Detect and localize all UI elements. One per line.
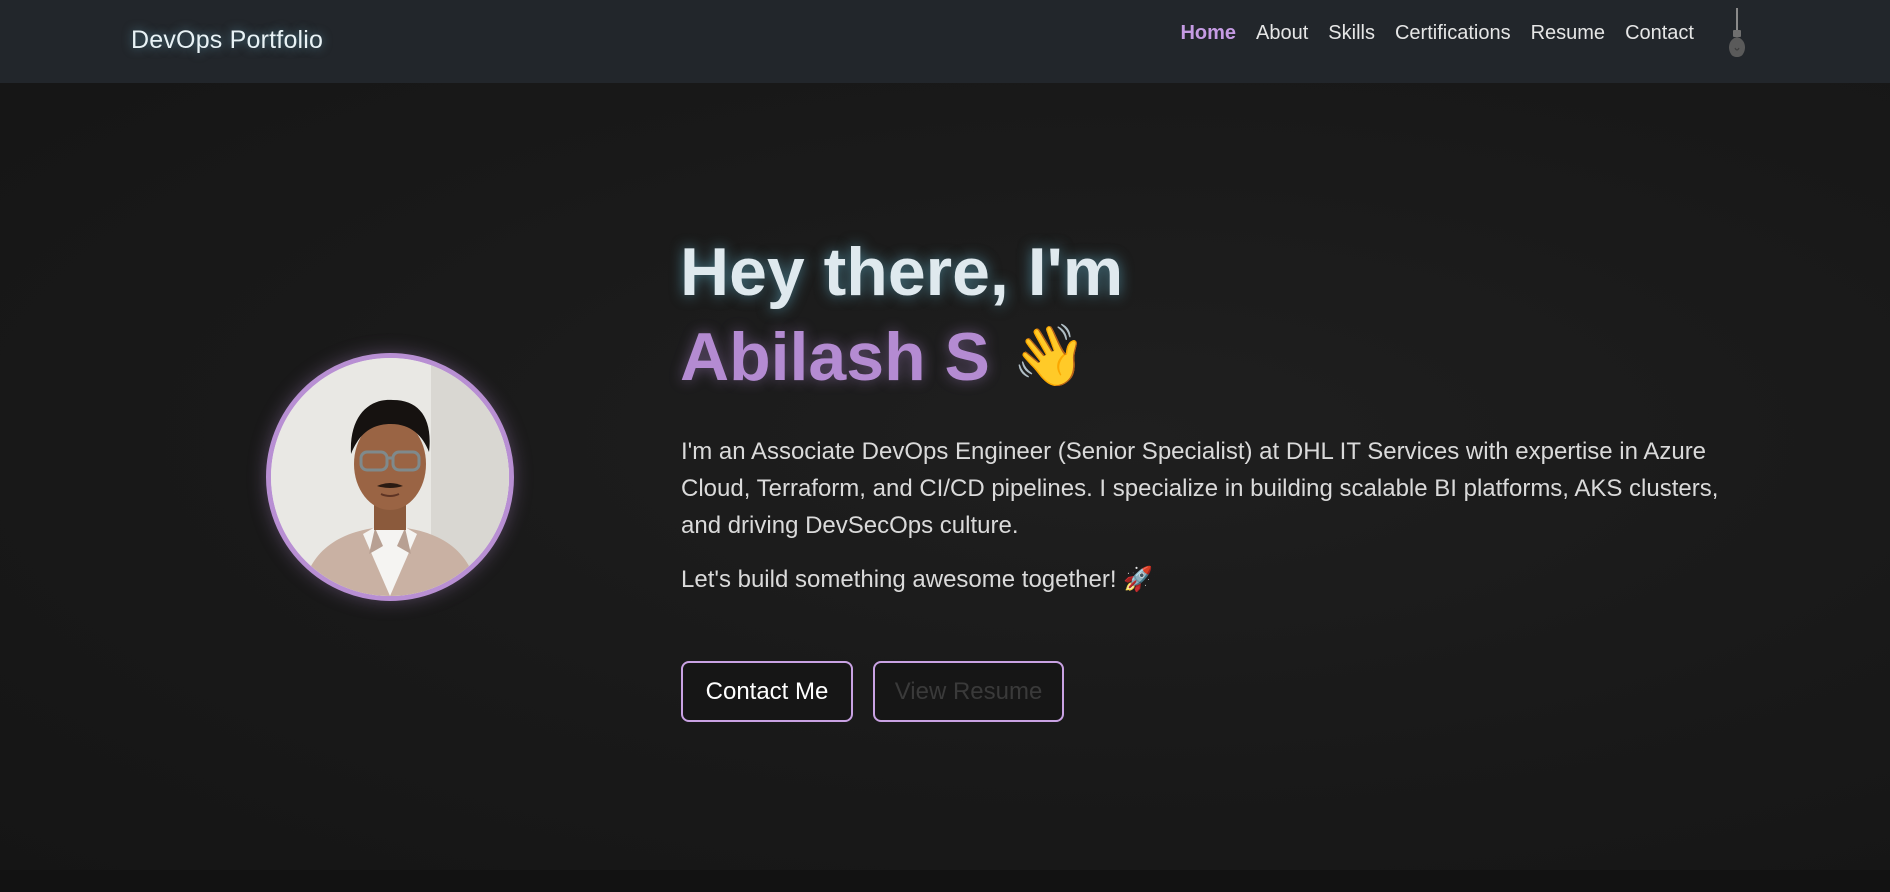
- navbar: DevOps Portfolio Home About Skills Certi…: [0, 0, 1890, 83]
- nav-links: Home About Skills Certifications Resume …: [1180, 22, 1694, 45]
- nav-link-about[interactable]: About: [1256, 22, 1308, 45]
- brand-logo[interactable]: DevOps Portfolio: [131, 26, 323, 55]
- nav-link-resume[interactable]: Resume: [1531, 22, 1605, 45]
- hero-bio: I'm an Associate DevOps Engineer (Senior…: [681, 438, 1719, 539]
- hero-name: Abilash S: [680, 319, 990, 395]
- nav-link-skills[interactable]: Skills: [1328, 22, 1375, 45]
- contact-me-button[interactable]: Contact Me: [681, 661, 853, 722]
- profile-photo: [271, 358, 509, 596]
- nav-link-home[interactable]: Home: [1180, 22, 1236, 45]
- hero-tagline: Let's build something awesome together! …: [681, 566, 1154, 593]
- hero-greeting: Hey there, I'm: [680, 234, 1124, 310]
- page-divider: [0, 870, 1890, 892]
- view-resume-button[interactable]: View Resume: [873, 661, 1064, 722]
- waving-hand-icon: 👋: [1012, 321, 1087, 391]
- avatar: [266, 353, 514, 601]
- nav-link-contact[interactable]: Contact: [1625, 22, 1694, 45]
- lightbulb-icon[interactable]: [1724, 8, 1750, 62]
- nav-link-certifications[interactable]: Certifications: [1395, 22, 1511, 45]
